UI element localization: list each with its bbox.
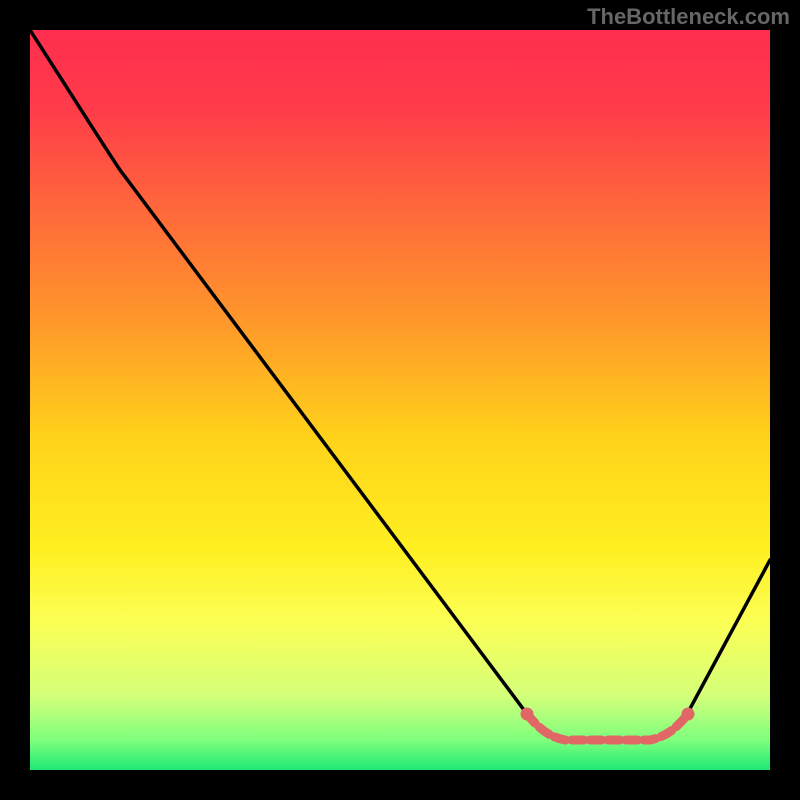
watermark-text: TheBottleneck.com — [587, 4, 790, 30]
gradient-background — [30, 30, 770, 770]
bottleneck-chart — [30, 30, 770, 770]
chart-container: TheBottleneck.com — [0, 0, 800, 800]
highlight-dot-left — [521, 708, 534, 721]
highlight-dot-right — [682, 708, 695, 721]
